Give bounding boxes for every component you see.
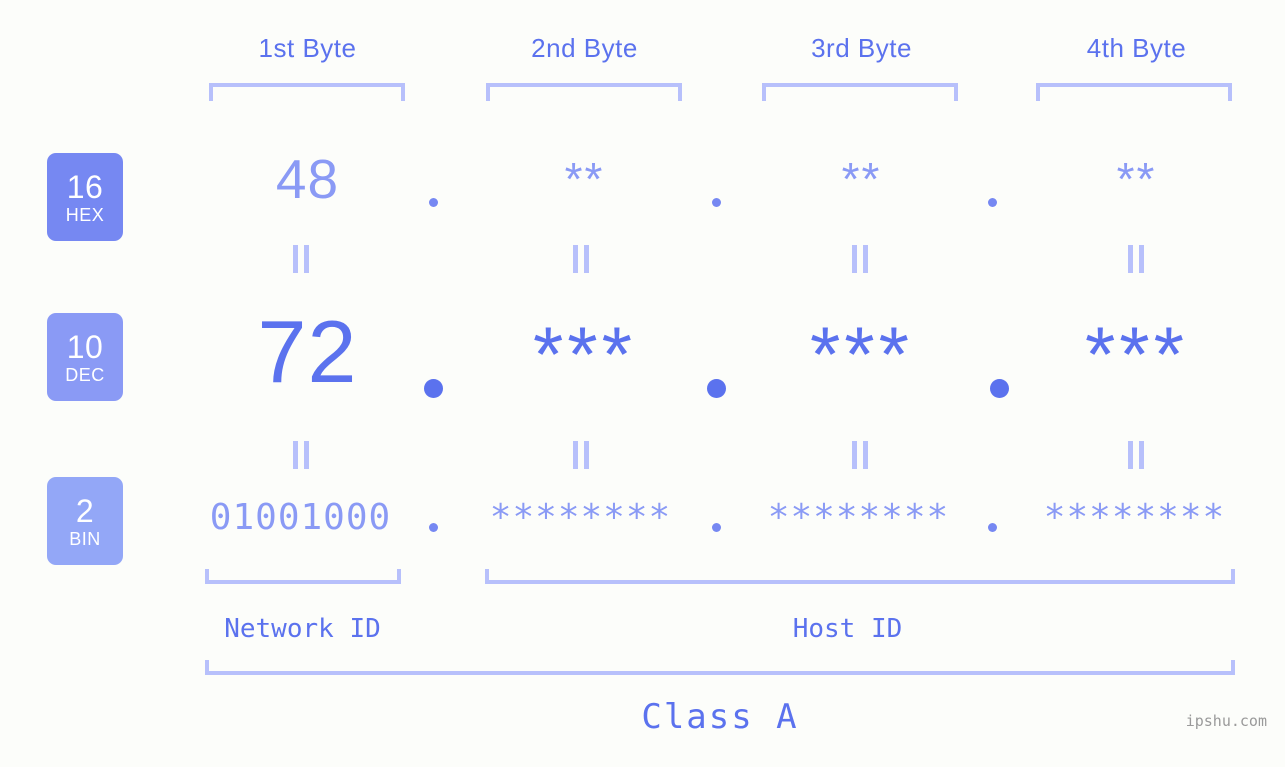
byte-bracket-4	[1036, 83, 1232, 101]
equals-icon-hex-dec-3	[851, 245, 869, 273]
radix-badge-dec: 10 DEC	[47, 313, 123, 401]
radix-badge-dec-number: 10	[66, 328, 104, 365]
bin-byte-1-value: 01001000	[209, 497, 392, 538]
dec-byte-4-value: ***	[1084, 310, 1189, 398]
dec-byte-1-value: 72	[257, 302, 358, 401]
dec-separator-dot-3	[990, 379, 1009, 398]
radix-badge-dec-unit: DEC	[65, 364, 105, 385]
equals-icon-hex-dec-4	[1127, 245, 1145, 273]
dec-byte-2-value: ***	[532, 310, 637, 398]
dec-separator-dot-1	[424, 379, 443, 398]
byte-bracket-3	[762, 83, 958, 101]
byte-header-1: 1st Byte	[258, 33, 357, 63]
byte-header-3: 3rd Byte	[811, 33, 912, 63]
radix-badge-bin: 2 BIN	[47, 477, 123, 565]
radix-badge-hex-number: 16	[66, 168, 104, 205]
hex-separator-dot-1	[429, 198, 438, 207]
radix-badge-bin-unit: BIN	[69, 528, 101, 549]
radix-badge-hex: 16 HEX	[47, 153, 123, 241]
bin-separator-dot-2	[712, 523, 721, 532]
radix-badge-bin-number: 2	[75, 492, 95, 529]
dec-separator-dot-2	[707, 379, 726, 398]
equals-icon-dec-bin-3	[851, 441, 869, 469]
hex-byte-1-value: 48	[275, 148, 340, 210]
class-bracket	[205, 660, 1235, 675]
hex-separator-dot-2	[712, 198, 721, 207]
ip-address-breakdown-diagram: 1st Byte 2nd Byte 3rd Byte 4th Byte 16 H…	[0, 0, 1285, 767]
bin-separator-dot-1	[429, 523, 438, 532]
host-id-bracket	[485, 569, 1235, 584]
equals-icon-hex-dec-1	[292, 245, 310, 273]
byte-bracket-2	[486, 83, 682, 101]
hex-byte-3-value: **	[841, 153, 882, 205]
bin-separator-dot-3	[988, 523, 997, 532]
hex-separator-dot-3	[988, 198, 997, 207]
equals-icon-dec-bin-1	[292, 441, 310, 469]
network-id-bracket	[205, 569, 401, 584]
bin-byte-2-value: ********	[489, 497, 672, 538]
equals-icon-dec-bin-4	[1127, 441, 1145, 469]
radix-badge-hex-unit: HEX	[65, 204, 105, 225]
dec-byte-3-value: ***	[809, 310, 914, 398]
byte-bracket-1	[209, 83, 405, 101]
class-label: Class A	[641, 697, 799, 737]
equals-icon-dec-bin-2	[572, 441, 590, 469]
byte-header-2: 2nd Byte	[531, 33, 638, 63]
hex-byte-4-value: **	[1116, 153, 1157, 205]
equals-icon-hex-dec-2	[572, 245, 590, 273]
bin-byte-4-value: ********	[1043, 497, 1226, 538]
site-watermark: ipshu.com	[1185, 712, 1267, 730]
host-id-label: Host ID	[792, 614, 903, 644]
network-id-label: Network ID	[224, 614, 381, 644]
hex-byte-2-value: **	[564, 153, 605, 205]
byte-header-4: 4th Byte	[1086, 33, 1187, 63]
bin-byte-3-value: ********	[767, 497, 950, 538]
